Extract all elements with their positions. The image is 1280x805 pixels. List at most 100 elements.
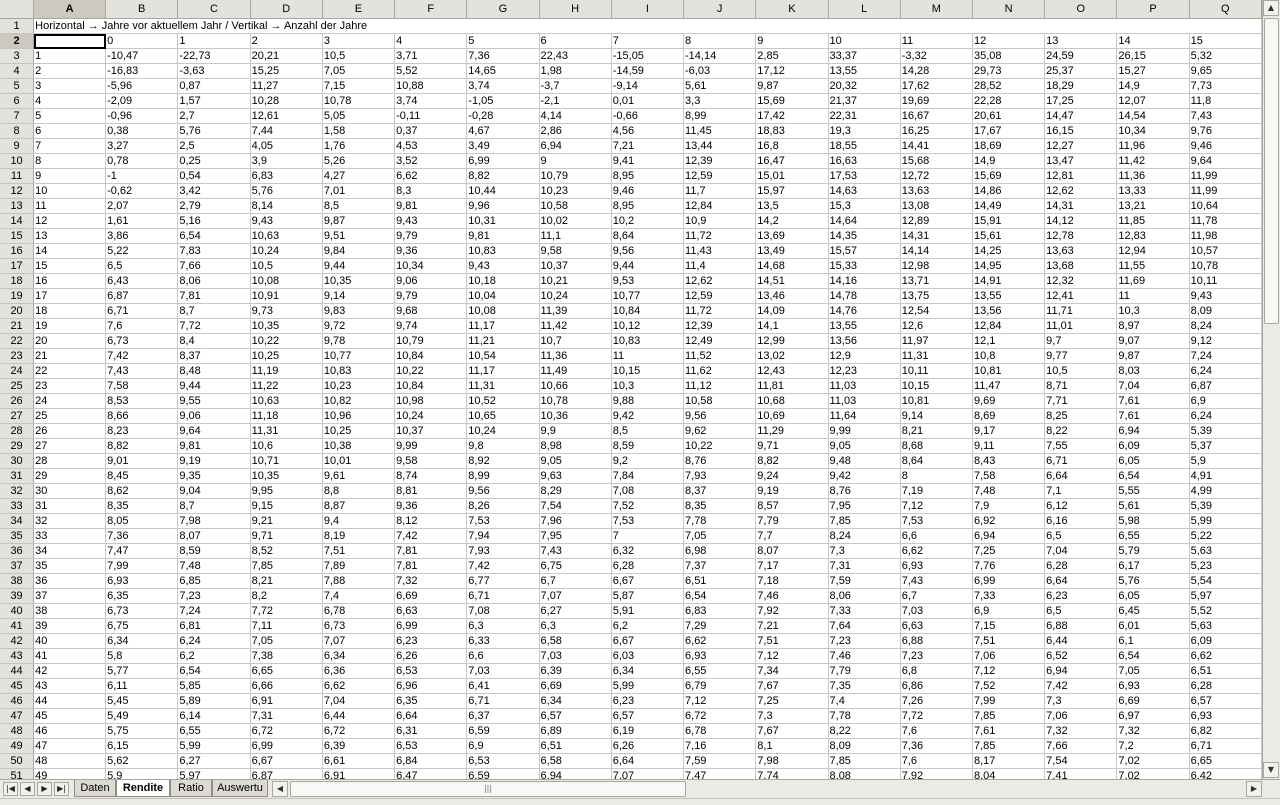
cell[interactable]: 14,65 [466, 63, 540, 79]
cell[interactable]: 10,78 [322, 93, 396, 109]
cell[interactable]: 6,94 [539, 768, 612, 779]
cell[interactable]: 2,85 [755, 48, 829, 64]
cell[interactable]: 49 [33, 768, 107, 779]
cell[interactable]: 4,67 [466, 123, 540, 139]
cell[interactable]: 29 [33, 468, 107, 484]
cell[interactable]: 6,44 [1044, 633, 1118, 649]
row-header[interactable]: 9 [0, 138, 35, 154]
cell[interactable]: 7,66 [177, 258, 251, 274]
cell[interactable]: 28 [33, 453, 107, 469]
cell[interactable]: 10,24 [394, 408, 468, 424]
cell[interactable]: 2,86 [539, 123, 612, 139]
cell[interactable]: 7,05 [1116, 663, 1190, 679]
cell[interactable]: 12,59 [683, 168, 757, 184]
cell[interactable]: 6,99 [250, 738, 323, 754]
row-header[interactable]: 51 [0, 768, 35, 779]
row-header[interactable]: 47 [0, 708, 35, 724]
cell[interactable]: 10,96 [322, 408, 396, 424]
cell[interactable]: 8,45 [105, 468, 179, 484]
cell[interactable]: 8,37 [683, 483, 757, 499]
cell[interactable]: 9,77 [1044, 348, 1118, 364]
cell[interactable]: 7,15 [972, 618, 1046, 634]
cell[interactable]: 7,18 [755, 573, 829, 589]
cell[interactable]: 11,97 [900, 333, 973, 349]
cell[interactable]: 6,2 [177, 648, 251, 664]
cell[interactable]: 10 [828, 33, 901, 49]
cell[interactable]: 3,9 [250, 153, 323, 169]
cell[interactable]: 8,25 [1044, 408, 1118, 424]
cell[interactable]: 9,43 [466, 258, 540, 274]
cell[interactable]: 6,99 [466, 153, 540, 169]
cell[interactable]: 8,21 [250, 573, 323, 589]
cell[interactable]: 6,93 [900, 558, 973, 574]
cell[interactable]: 6,71 [1189, 738, 1262, 754]
tab-ratio[interactable]: Ratio [170, 780, 212, 797]
cell[interactable]: 7,73 [1189, 78, 1262, 94]
cell[interactable]: 2,79 [177, 198, 251, 214]
cell[interactable]: 5,39 [1189, 498, 1262, 514]
row-header[interactable]: 37 [0, 558, 35, 574]
tab-daten[interactable]: Daten [74, 780, 116, 797]
cell[interactable]: 42 [33, 663, 107, 679]
cell[interactable]: 9,83 [322, 303, 396, 319]
cell[interactable]: 7,05 [250, 633, 323, 649]
cell[interactable]: 6,51 [1189, 663, 1262, 679]
cell[interactable]: 4,56 [611, 123, 685, 139]
cell[interactable]: 9,51 [322, 228, 396, 244]
cell[interactable]: 7,51 [972, 633, 1046, 649]
cell[interactable]: 6,99 [972, 573, 1046, 589]
cell[interactable]: 9,06 [177, 408, 251, 424]
cell[interactable]: 10,36 [539, 408, 612, 424]
cell[interactable]: 8,64 [900, 453, 973, 469]
cell[interactable]: 0,78 [105, 153, 179, 169]
cell[interactable]: 9,46 [611, 183, 685, 199]
cell[interactable]: 6,27 [539, 603, 612, 619]
cell[interactable]: 7,02 [1116, 768, 1190, 779]
cell[interactable]: 7,59 [683, 753, 757, 769]
cell[interactable]: 14,1 [755, 318, 829, 334]
cell[interactable]: 6 [33, 123, 107, 139]
cell[interactable]: 7,78 [683, 513, 757, 529]
cell[interactable]: 15,33 [828, 258, 901, 274]
cell[interactable]: 8,66 [105, 408, 179, 424]
cell[interactable]: 13,47 [1044, 153, 1118, 169]
cell[interactable]: 6,58 [539, 753, 612, 769]
cell[interactable]: 13,46 [755, 288, 829, 304]
cell[interactable]: -2,09 [105, 93, 179, 109]
row-header[interactable]: 3 [0, 48, 35, 64]
cell[interactable]: 7,93 [466, 543, 540, 559]
cell[interactable]: 22,28 [972, 93, 1046, 109]
cell[interactable]: 9,81 [466, 228, 540, 244]
row-header[interactable]: 20 [0, 303, 35, 319]
cell[interactable]: 10,65 [466, 408, 540, 424]
cell[interactable]: 7,42 [466, 558, 540, 574]
cell[interactable]: 10,2 [611, 213, 685, 229]
vertical-scrollbar[interactable]: ▲ ▼ [1262, 0, 1280, 779]
cell[interactable]: 5,9 [1189, 453, 1262, 469]
cell[interactable]: 7,93 [683, 468, 757, 484]
cell[interactable]: 7,42 [105, 348, 179, 364]
cell[interactable]: 6,62 [683, 633, 757, 649]
cell[interactable]: 6,14 [177, 708, 251, 724]
cell[interactable]: 18,83 [755, 123, 829, 139]
cell[interactable]: 13 [1044, 33, 1118, 49]
cell[interactable]: 10,84 [611, 303, 685, 319]
cell[interactable]: 14,41 [900, 138, 973, 154]
cell[interactable]: 11,81 [755, 378, 829, 394]
cell[interactable]: 7,2 [1116, 738, 1190, 754]
cell[interactable]: 7,08 [611, 483, 685, 499]
cell[interactable]: 6,15 [105, 738, 179, 754]
cell[interactable]: 8,98 [539, 438, 612, 454]
cell[interactable]: 0,38 [105, 123, 179, 139]
cell[interactable]: 6,72 [250, 723, 323, 739]
active-cell[interactable] [33, 33, 107, 49]
cell[interactable]: 9,88 [611, 393, 685, 409]
cell[interactable]: 6,17 [1116, 558, 1190, 574]
cell[interactable]: 11,21 [466, 333, 540, 349]
cell[interactable]: 7,89 [322, 558, 396, 574]
cell[interactable]: 6,28 [611, 558, 685, 574]
cell[interactable]: 15,97 [755, 183, 829, 199]
cell[interactable]: 9,99 [394, 438, 468, 454]
cell[interactable]: 12,62 [1044, 183, 1118, 199]
cell[interactable]: 7,43 [900, 573, 973, 589]
